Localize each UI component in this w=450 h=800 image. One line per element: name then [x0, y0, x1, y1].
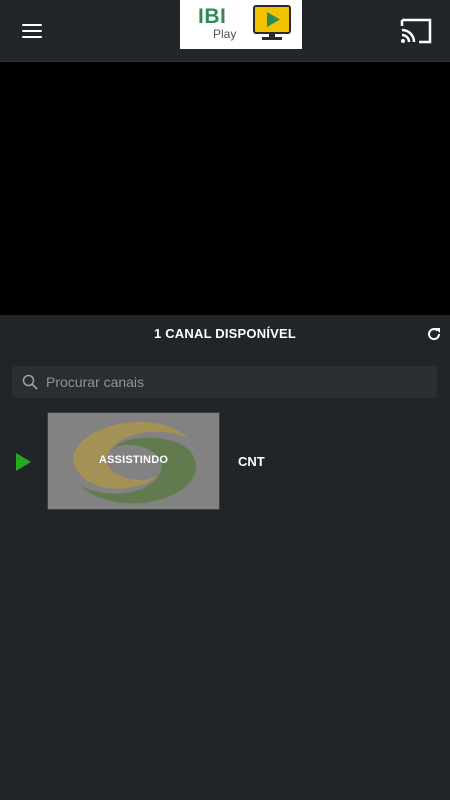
- tv-play-icon: [253, 5, 291, 40]
- logo-subtext: Play: [213, 27, 237, 41]
- app-logo: IBI Play: [180, 0, 302, 49]
- channel-name: CNT: [238, 454, 265, 469]
- watching-label: ASSISTINDO: [98, 454, 169, 466]
- channel-count-label: 1 CANAL DISPONÍVEL: [153, 326, 297, 341]
- cast-icon[interactable]: [399, 16, 433, 46]
- now-playing-icon: [16, 453, 31, 471]
- top-app-bar: IBI Play: [0, 0, 450, 62]
- refresh-icon[interactable]: [426, 326, 442, 342]
- app-screen: IBI Play 1 CANAL DISPONÍVEL Procurar can…: [0, 0, 450, 800]
- search-icon: [22, 374, 38, 390]
- search-input[interactable]: [46, 366, 426, 398]
- channels-header: 1 CANAL DISPONÍVEL: [0, 315, 450, 353]
- channel-thumbnail: ASSISTINDO: [47, 412, 220, 510]
- logo-text: IBI: [198, 5, 227, 28]
- search-bar[interactable]: [12, 366, 437, 398]
- hamburger-menu-icon[interactable]: [16, 16, 48, 46]
- channel-list-item[interactable]: ASSISTINDO CNT: [0, 412, 450, 512]
- video-player[interactable]: [0, 62, 450, 315]
